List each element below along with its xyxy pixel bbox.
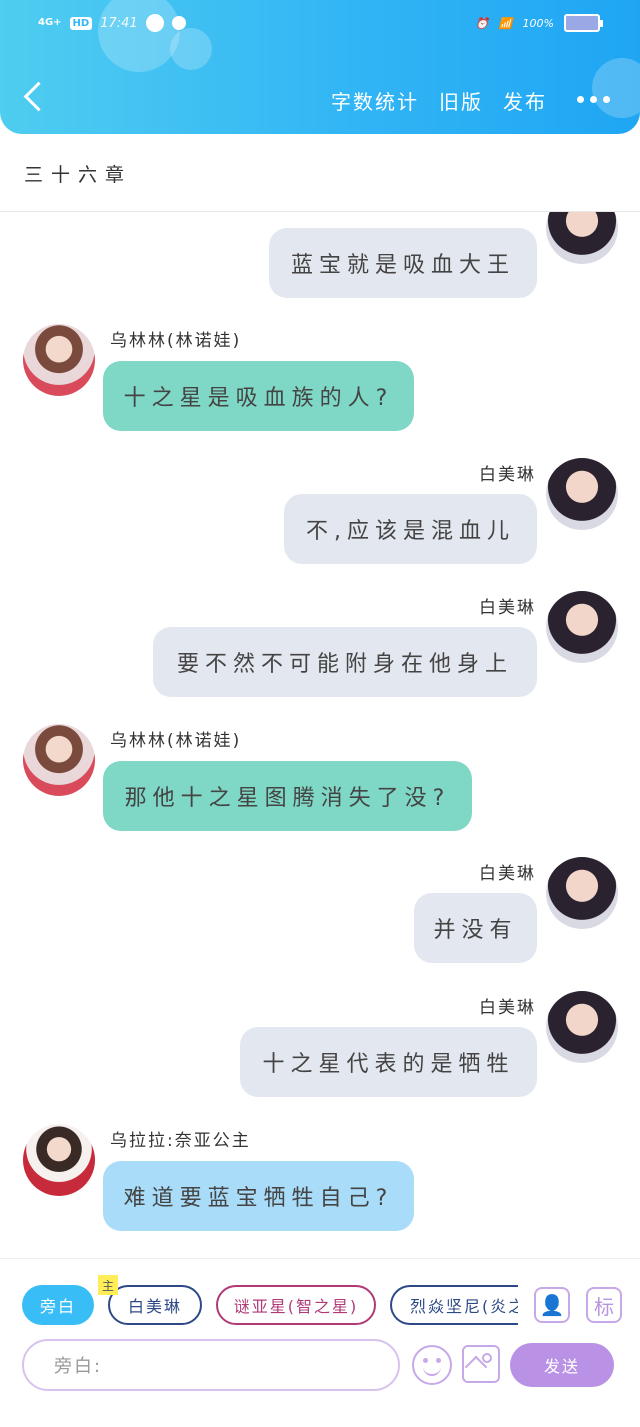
role-chip-row: 旁白 主 白美琳 谜亚星(智之星) 烈焱坚尼(炎之 bbox=[22, 1275, 518, 1325]
send-button[interactable]: 发送 bbox=[510, 1343, 614, 1387]
message-bubble[interactable]: 蓝宝就是吸血大王 bbox=[269, 228, 537, 298]
back-button[interactable] bbox=[22, 82, 44, 112]
more-button[interactable] bbox=[577, 86, 610, 112]
emoji-icon[interactable] bbox=[412, 1345, 452, 1385]
avatar[interactable] bbox=[546, 591, 618, 663]
sender-name: 白美琳 bbox=[479, 998, 536, 1018]
chapter-title: 三十六章 bbox=[24, 164, 133, 186]
chat-editor-screen: 4G+ HD 17:41 ⏰ 📶 100% 字数统计 旧版 发布 三十六章 蓝宝… bbox=[0, 0, 640, 1427]
more-dots-icon bbox=[590, 95, 597, 103]
sender-name: 乌拉拉:奈亚公主 bbox=[110, 1131, 251, 1151]
message-bubble[interactable]: 那他十之星图腾消失了没? bbox=[103, 761, 472, 831]
sender-name: 乌林林(林诺娃) bbox=[110, 331, 242, 351]
mark-button[interactable]: 标 bbox=[586, 1287, 622, 1323]
avatar[interactable] bbox=[546, 991, 618, 1063]
message-bubble[interactable]: 并没有 bbox=[414, 893, 537, 963]
word-count-button[interactable]: 字数统计 bbox=[331, 86, 419, 115]
wifi-icon: 📶 bbox=[498, 16, 513, 30]
message-bubble[interactable]: 难道要蓝宝牺牲自己? bbox=[103, 1161, 414, 1231]
message-bubble[interactable]: 十之星代表的是牺牲 bbox=[240, 1027, 537, 1097]
alarm-icon: ⏰ bbox=[475, 16, 489, 30]
role-chip-lieyan[interactable]: 烈焱坚尼(炎之 bbox=[390, 1285, 518, 1325]
input-placeholder: 旁白: bbox=[54, 1356, 103, 1377]
old-version-button[interactable]: 旧版 bbox=[439, 86, 483, 115]
sender-name: 白美琳 bbox=[479, 864, 536, 884]
main-role-badge: 主 bbox=[98, 1275, 118, 1295]
message-bubble[interactable]: 不,应该是混血儿 bbox=[284, 494, 537, 564]
location-icon bbox=[171, 16, 186, 30]
more-dots-icon bbox=[577, 95, 584, 103]
image-icon[interactable] bbox=[462, 1345, 500, 1383]
speed-icon bbox=[145, 14, 164, 32]
chat-list[interactable]: 蓝宝就是吸血大王 乌林林(林诺娃) 十之星是吸血族的人? 白美琳 不,应该是混血… bbox=[0, 212, 640, 1258]
avatar[interactable] bbox=[23, 324, 95, 396]
role-chip-bai-meilin[interactable]: 白美琳 bbox=[108, 1285, 202, 1325]
battery-icon bbox=[564, 14, 603, 32]
network-indicator: 4G+ bbox=[38, 17, 62, 28]
publish-button[interactable]: 发布 bbox=[503, 86, 547, 115]
status-time: 17:41 bbox=[100, 15, 138, 31]
person-card-icon: 👤 bbox=[539, 1293, 565, 1317]
header-bar: 4G+ HD 17:41 ⏰ 📶 100% 字数统计 旧版 发布 bbox=[0, 0, 640, 134]
message-bubble[interactable]: 要不然不可能附身在他身上 bbox=[153, 627, 537, 697]
header-actions: 字数统计 旧版 发布 bbox=[331, 86, 610, 115]
avatar[interactable] bbox=[546, 857, 618, 929]
mark-label: 标 bbox=[594, 1294, 614, 1319]
avatar[interactable] bbox=[546, 212, 618, 264]
hd-badge: HD bbox=[69, 16, 93, 30]
role-chip-narrator[interactable]: 旁白 bbox=[22, 1285, 94, 1325]
sender-name: 白美琳 bbox=[479, 465, 536, 485]
status-bar: 4G+ HD 17:41 ⏰ 📶 100% bbox=[0, 10, 640, 40]
battery-percent: 100% bbox=[522, 16, 554, 30]
sender-name: 乌林林(林诺娃) bbox=[110, 731, 242, 751]
sender-name: 白美琳 bbox=[479, 598, 536, 618]
avatar[interactable] bbox=[23, 1124, 95, 1196]
message-input[interactable]: 旁白: bbox=[22, 1339, 400, 1391]
composer-panel: 旁白 主 白美琳 谜亚星(智之星) 烈焱坚尼(炎之 👤 标 旁白: 发送 bbox=[0, 1258, 640, 1427]
avatar[interactable] bbox=[546, 458, 618, 530]
more-dots-icon bbox=[603, 95, 610, 103]
chapter-bar[interactable]: 三十六章 bbox=[0, 134, 640, 212]
role-manage-button[interactable]: 👤 bbox=[534, 1287, 570, 1323]
role-chip-mi-yaxing[interactable]: 谜亚星(智之星) bbox=[216, 1285, 376, 1325]
avatar[interactable] bbox=[23, 724, 95, 796]
role-chip-wrapper: 主 白美琳 bbox=[98, 1275, 202, 1325]
message-bubble[interactable]: 十之星是吸血族的人? bbox=[103, 361, 414, 431]
